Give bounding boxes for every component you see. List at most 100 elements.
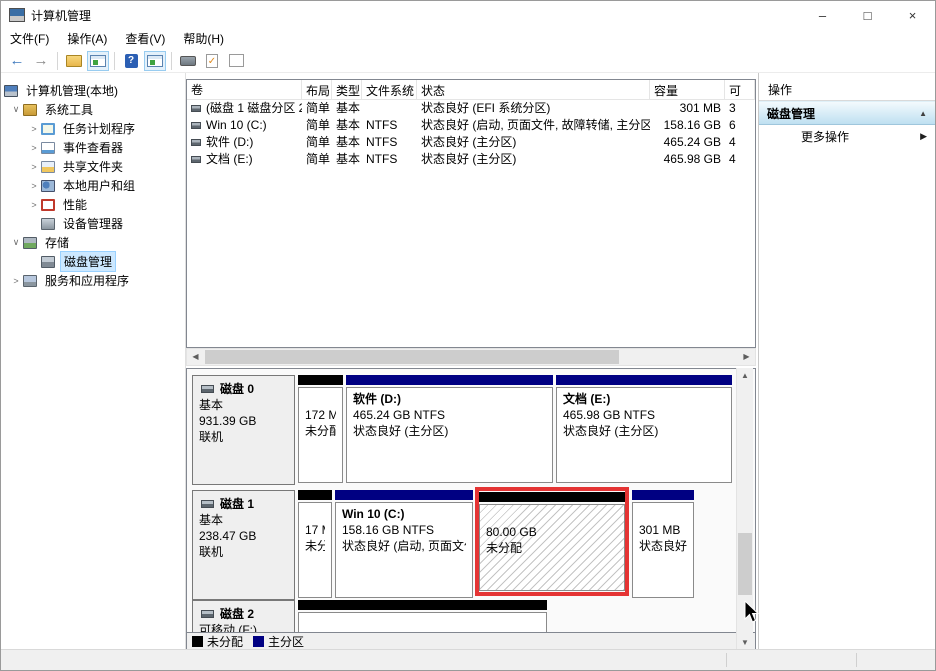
maximize-button[interactable]: □ [845, 1, 890, 29]
volume-free: 3 [725, 100, 755, 117]
column-filesystem[interactable]: 文件系统 [362, 80, 417, 99]
volume-capacity: 465.98 GB [650, 151, 725, 168]
disk-2-label[interactable]: 磁盘 2 可移动 (F:) [192, 600, 295, 633]
status-bar [1, 649, 935, 670]
sidebar-item-shared-folders[interactable]: > 共享文件夹 [1, 157, 185, 176]
disk0-partition-d[interactable]: 软件 (D:)465.24 GB NTFS状态良好 (主分区) [346, 375, 553, 485]
sidebar-item-system-tools[interactable]: ∨ 系统工具 [1, 100, 185, 119]
scroll-up-icon[interactable]: ▲ [737, 368, 753, 384]
disk-icon [201, 385, 214, 393]
scroll-left-icon[interactable]: ◀ [187, 349, 204, 365]
chevron-right-icon[interactable]: > [27, 143, 41, 153]
sidebar-item-computer-management[interactable]: 计算机管理(本地) [1, 81, 185, 100]
menu-view[interactable]: 查看(V) [116, 29, 174, 49]
disk2-partition[interactable] [298, 600, 547, 633]
export-list-button[interactable] [63, 51, 85, 71]
column-status[interactable]: 状态 [417, 80, 650, 99]
sidebar-item-services-applications[interactable]: > 服务和应用程序 [1, 271, 185, 290]
column-capacity[interactable]: 容量 [650, 80, 725, 99]
disk-status: 联机 [199, 429, 288, 445]
close-button[interactable]: × [890, 1, 935, 29]
column-type[interactable]: 类型 [332, 80, 362, 99]
chevron-right-icon[interactable]: > [27, 162, 41, 172]
volume-capacity: 465.24 GB [650, 134, 725, 151]
disk0-unallocated-partition[interactable]: 172 MB未分配 [298, 375, 343, 485]
legend-primary: 主分区 [253, 633, 304, 650]
primary-partition-swatch [253, 636, 264, 647]
device-tool-button[interactable] [177, 51, 199, 71]
sidebar-item-device-manager[interactable]: 设备管理器 [1, 214, 185, 233]
event-viewer-icon [41, 142, 55, 154]
storage-icon [23, 237, 37, 249]
disk-status: 联机 [199, 544, 288, 560]
disk-1-label[interactable]: 磁盘 1 基本 238.47 GB 联机 [192, 490, 295, 600]
forward-button[interactable]: → [30, 51, 52, 71]
more-actions-item[interactable]: 更多操作 ▶ [759, 125, 935, 147]
unallocated-color-bar [479, 492, 625, 502]
menu-help[interactable]: 帮助(H) [174, 29, 233, 49]
show-action-pane-button[interactable] [144, 51, 166, 71]
show-console-tree-button[interactable] [87, 51, 109, 71]
disk1-unallocated-small[interactable]: 17 M未分 [298, 490, 332, 600]
properties-button[interactable] [225, 51, 247, 71]
menu-file[interactable]: 文件(F) [1, 29, 58, 49]
minimize-button[interactable]: – [800, 1, 845, 29]
tree-item-label: 本地用户和组 [60, 176, 138, 195]
sidebar-item-disk-management[interactable]: 磁盘管理 [1, 252, 185, 271]
sidebar-item-task-scheduler[interactable]: > 任务计划程序 [1, 119, 185, 138]
column-free[interactable]: 可 [725, 80, 755, 99]
volume-layout: 简单 [302, 117, 332, 134]
disk1-partition-c[interactable]: Win 10 (C:)158.16 GB NTFS状态良好 (启动, 页面文件, [335, 490, 473, 600]
scrollbar-thumb[interactable] [738, 533, 752, 595]
computer-management-window: 计算机管理 – □ × 文件(F) 操作(A) 查看(V) 帮助(H) ← → … [0, 0, 936, 671]
column-volume[interactable]: 卷 [187, 80, 302, 99]
volume-layout: 简单 [302, 151, 332, 168]
chevron-right-icon[interactable]: > [27, 124, 41, 134]
forward-icon: → [34, 52, 49, 69]
scrollbar-thumb[interactable] [205, 350, 619, 364]
disk1-efi-partition[interactable]: 301 MB状态良好 (E [632, 490, 694, 600]
titlebar: 计算机管理 – □ × [1, 1, 935, 29]
chevron-right-icon[interactable]: > [9, 276, 23, 286]
horizontal-scrollbar[interactable]: ◀ ▶ [186, 348, 756, 366]
back-button[interactable]: ← [6, 51, 28, 71]
chevron-down-icon[interactable]: ∨ [9, 237, 23, 248]
volume-row-d[interactable]: 软件 (D:) 简单 基本 NTFS 状态良好 (主分区) 465.24 GB … [187, 134, 755, 151]
window-title: 计算机管理 [31, 7, 91, 24]
volume-fs: NTFS [362, 117, 417, 134]
menu-action[interactable]: 操作(A) [58, 29, 116, 49]
check-task-button[interactable]: ✓ [201, 51, 223, 71]
console-window-icon [147, 55, 163, 67]
volume-row-c[interactable]: Win 10 (C:) 简单 基本 NTFS 状态良好 (启动, 页面文件, 故… [187, 117, 755, 134]
chevron-right-icon[interactable]: > [27, 200, 41, 210]
primary-color-bar [335, 490, 473, 500]
chevron-down-icon[interactable]: ∨ [9, 104, 23, 115]
volume-row-e[interactable]: 文档 (E:) 简单 基本 NTFS 状态良好 (主分区) 465.98 GB … [187, 151, 755, 168]
volume-row-efi[interactable]: (磁盘 1 磁盘分区 2) 简单 基本 状态良好 (EFI 系统分区) 301 … [187, 100, 755, 117]
tree-item-label: 事件查看器 [60, 138, 126, 157]
sidebar-item-event-viewer[interactable]: > 事件查看器 [1, 138, 185, 157]
collapse-icon[interactable]: ▲ [919, 109, 927, 118]
column-layout[interactable]: 布局 [302, 80, 332, 99]
sidebar-item-storage[interactable]: ∨ 存储 [1, 233, 185, 252]
disk-name: 磁盘 2 [220, 606, 254, 622]
disk0-partition-e[interactable]: 文档 (E:)465.98 GB NTFS状态良好 (主分区) [556, 375, 732, 485]
section-label: 磁盘管理 [767, 105, 815, 122]
submenu-arrow-icon: ▶ [920, 131, 927, 142]
chevron-right-icon[interactable]: > [27, 181, 41, 191]
actions-section-disk-management[interactable]: 磁盘管理 ▲ [759, 101, 935, 125]
disk1-unallocated-selected[interactable]: 80.00 GB未分配 [475, 487, 629, 596]
unallocated-color-bar [298, 600, 547, 610]
volume-fs: NTFS [362, 134, 417, 151]
more-actions-label: 更多操作 [801, 128, 849, 145]
disk-name: 磁盘 0 [220, 381, 254, 397]
disk-0-label[interactable]: 磁盘 0 基本 931.39 GB 联机 [192, 375, 295, 485]
sidebar-item-local-users-groups[interactable]: > 本地用户和组 [1, 176, 185, 195]
volume-type: 基本 [332, 117, 362, 134]
volume-free: 4 [725, 151, 755, 168]
unallocated-swatch [192, 636, 203, 647]
tree-item-label: 任务计划程序 [60, 119, 138, 138]
sidebar-item-performance[interactable]: > 性能 [1, 195, 185, 214]
help-button[interactable]: ? [120, 51, 142, 71]
scroll-right-icon[interactable]: ▶ [738, 349, 755, 365]
